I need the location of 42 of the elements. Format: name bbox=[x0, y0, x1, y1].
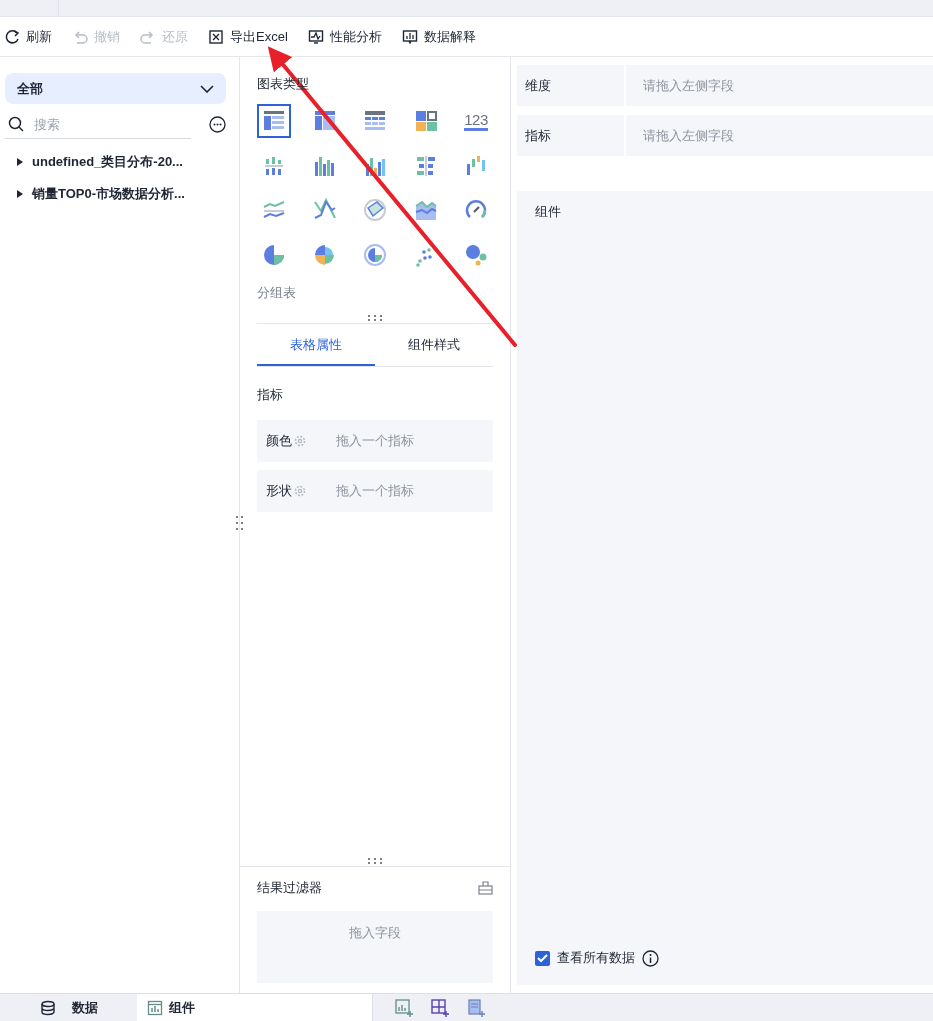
property-tab[interactable]: 表格属性 bbox=[257, 323, 375, 366]
more-icon[interactable] bbox=[209, 116, 226, 133]
chart-type-name: 分组表 bbox=[257, 283, 297, 302]
section-title: 指标 bbox=[257, 385, 284, 404]
refresh-icon bbox=[4, 28, 20, 45]
toolbox-icon[interactable] bbox=[478, 881, 493, 895]
redo-icon bbox=[140, 28, 156, 45]
add-page-icon[interactable] bbox=[466, 999, 485, 1017]
add-chart-icon[interactable] bbox=[394, 999, 413, 1017]
undo-icon bbox=[72, 28, 88, 45]
tree-item[interactable]: undefined_类目分布-20... bbox=[5, 153, 226, 171]
resize-handle[interactable] bbox=[235, 515, 245, 531]
field-label: 颜色 bbox=[266, 431, 292, 450]
property-tab[interactable]: 组件样式 bbox=[375, 323, 493, 366]
bar-chart-icon bbox=[147, 1000, 164, 1016]
chart-type-option[interactable]: 123 bbox=[459, 104, 493, 138]
section-title: 结果过滤器 bbox=[257, 879, 322, 897]
checkbox-label: 查看所有数据 bbox=[557, 949, 635, 967]
bottom-tab[interactable]: 组件 bbox=[137, 994, 372, 1021]
excel-button[interactable]: 导出Excel bbox=[208, 27, 288, 46]
field-label: 指标 bbox=[517, 115, 624, 156]
category-dropdown[interactable]: 全部 bbox=[5, 73, 226, 104]
info-icon[interactable] bbox=[642, 949, 659, 967]
add-table-icon[interactable] bbox=[430, 999, 449, 1017]
field-label: 形状 bbox=[266, 481, 292, 500]
resize-handle[interactable] bbox=[367, 313, 383, 322]
refresh-button[interactable]: 刷新 bbox=[4, 27, 52, 46]
pulse-chart-icon bbox=[307, 28, 324, 45]
spreadsheet-icon bbox=[208, 28, 224, 45]
explain-button[interactable]: 数据解释 bbox=[401, 27, 476, 46]
resize-handle[interactable] bbox=[367, 857, 383, 865]
checkbox[interactable] bbox=[535, 950, 550, 966]
search-icon bbox=[8, 116, 24, 132]
bar-chart-icon bbox=[401, 28, 418, 45]
perf-button[interactable]: 性能分析 bbox=[307, 27, 382, 46]
panel-title: 组件 bbox=[535, 203, 562, 221]
chevron-down-icon bbox=[200, 84, 214, 93]
bottom-tab[interactable]: 数据 bbox=[0, 994, 138, 1021]
tree-item[interactable]: 销量TOP0-市场数据分析... bbox=[5, 185, 226, 203]
field-label: 维度 bbox=[517, 65, 624, 106]
database-icon bbox=[39, 1000, 56, 1016]
search-field[interactable]: 搜索 bbox=[32, 115, 176, 133]
